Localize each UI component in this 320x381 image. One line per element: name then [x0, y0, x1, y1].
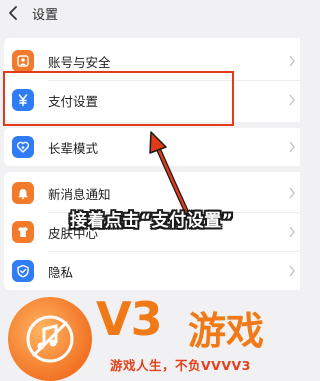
watermark-brand: V3: [96, 292, 163, 346]
watermark-logo: [8, 297, 92, 381]
watermark-brand-cn: 游戏: [188, 309, 265, 353]
annotation-text: 接着点击“支付设置”: [70, 211, 234, 231]
watermark-slogan: 游戏人生，不负VVVV3: [110, 358, 251, 373]
